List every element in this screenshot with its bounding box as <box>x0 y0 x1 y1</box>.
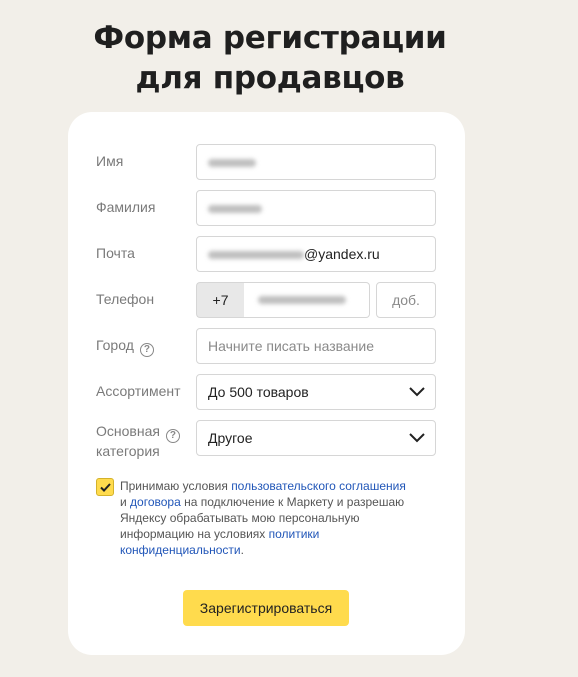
phone-row: Телефон +7 доб. <box>96 282 436 318</box>
last-name-value-blurred <box>208 205 262 214</box>
last-name-row: Фамилия <box>96 190 436 226</box>
first-name-row: Имя <box>96 144 436 180</box>
category-label-line-2: категория <box>96 443 160 459</box>
phone-country-code: +7 <box>196 282 244 318</box>
consent-text-1: Принимаю условия <box>120 479 232 493</box>
city-row: Город? Начните писать название <box>96 328 436 364</box>
assortment-select[interactable]: До 500 товаров <box>196 374 436 410</box>
last-name-input[interactable] <box>196 190 436 226</box>
register-button[interactable]: Зарегистрироваться <box>183 590 349 626</box>
category-label-line-1: Основная <box>96 423 160 439</box>
consent-text: Принимаю условия пользовательского согла… <box>120 478 430 558</box>
question-circle-icon[interactable]: ? <box>139 342 154 357</box>
email-input[interactable]: @yandex.ru <box>196 236 436 272</box>
consent-text-4: . <box>240 543 244 557</box>
email-label: Почта <box>96 245 135 261</box>
assortment-row: Ассортимент До 500 товаров <box>96 374 436 410</box>
city-label: Город <box>96 337 134 353</box>
user-agreement-link[interactable]: пользовательского соглашения <box>231 479 406 493</box>
registration-form-card: Имя Фамилия Почта @yandex.ru Телефон +7 … <box>68 112 465 655</box>
question-circle-icon[interactable]: ? <box>165 429 180 443</box>
page-title-line-1: Форма регистрации <box>93 20 447 56</box>
assortment-label: Ассортимент <box>96 383 181 399</box>
email-row: Почта @yandex.ru <box>96 236 436 272</box>
last-name-label: Фамилия <box>96 199 156 215</box>
email-local-blurred <box>208 251 304 260</box>
page-title: Форма регистрации для продавцов <box>60 18 480 98</box>
consent-text-2: и <box>120 495 131 509</box>
chevron-down-icon <box>409 433 425 443</box>
assortment-selected-value: До 500 товаров <box>208 384 309 400</box>
chevron-down-icon <box>409 387 425 397</box>
city-placeholder: Начните писать название <box>208 338 375 354</box>
phone-value-blurred <box>258 295 346 304</box>
city-input[interactable]: Начните писать название <box>196 328 436 364</box>
phone-input[interactable] <box>244 282 370 318</box>
city-label-wrap: Город? <box>96 337 154 357</box>
phone-label: Телефон <box>96 291 155 307</box>
first-name-value-blurred <box>208 159 256 168</box>
email-domain: @yandex.ru <box>304 246 380 262</box>
contract-link[interactable]: договора <box>130 495 181 509</box>
first-name-input[interactable] <box>196 144 436 180</box>
category-label-wrap: Основная? категория <box>96 423 180 459</box>
page-title-line-2: для продавцов <box>135 60 405 96</box>
phone-extension-input[interactable]: доб. <box>376 282 436 318</box>
consent-checkbox[interactable] <box>96 478 114 496</box>
category-select[interactable]: Другое <box>196 420 436 456</box>
category-selected-value: Другое <box>208 430 253 446</box>
category-row: Основная? категория Другое <box>96 420 436 459</box>
checkmark-icon <box>100 483 111 492</box>
first-name-label: Имя <box>96 153 124 169</box>
